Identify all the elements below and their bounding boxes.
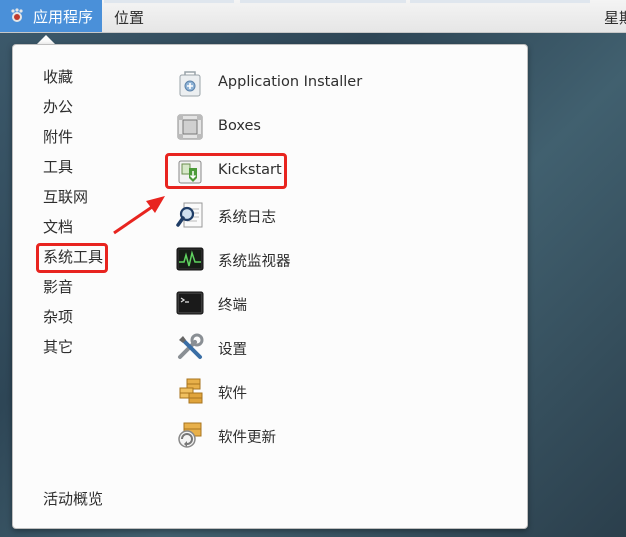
app-settings[interactable]: 设置 <box>171 330 511 366</box>
app-boxes[interactable]: Boxes <box>171 110 511 146</box>
activities-overview-link[interactable]: 活动概览 <box>43 488 103 510</box>
category-sound-video[interactable]: 影音 <box>43 276 73 298</box>
applications-menu-label: 应用程序 <box>33 7 94 26</box>
applications-menu-popup: 收藏 办公 附件 工具 互联网 文档 系统工具 影音 杂项 其它 活动概览 Ap… <box>12 44 528 529</box>
app-log-viewer[interactable]: 系统日志 <box>171 198 511 234</box>
package-installer-icon <box>179 71 201 97</box>
software-update-icon <box>178 422 202 448</box>
app-name: Kickstart <box>218 162 282 178</box>
app-name: Boxes <box>218 118 261 134</box>
app-name: Application Installer <box>218 74 363 90</box>
app-system-monitor[interactable]: 系统监视器 <box>171 242 511 278</box>
app-name: 终端 <box>218 298 247 314</box>
software-icon <box>179 378 203 404</box>
clock[interactable]: 星期 <box>604 7 626 28</box>
settings-tools-icon <box>178 333 204 359</box>
gnome-foot-icon <box>11 8 23 22</box>
app-software-update[interactable]: 软件更新 <box>171 418 511 454</box>
category-sundry[interactable]: 杂项 <box>43 306 73 328</box>
places-menu-button[interactable]: 位置 <box>114 7 144 28</box>
app-application-installer[interactable]: Application Installer <box>171 66 511 102</box>
category-system-tools[interactable]: 系统工具 <box>43 246 103 268</box>
applications-menu-button[interactable]: 应用程序 <box>0 0 102 32</box>
app-name: 软件更新 <box>218 430 276 446</box>
system-monitor-icon <box>176 247 204 271</box>
top-bar: 应用程序 位置 星期 <box>0 0 626 33</box>
window-strip <box>104 0 234 3</box>
app-terminal[interactable]: 终端 <box>171 286 511 322</box>
app-name: 软件 <box>218 386 247 402</box>
window-strip <box>240 0 406 3</box>
category-utilities[interactable]: 工具 <box>43 156 73 178</box>
category-favorites[interactable]: 收藏 <box>43 66 73 88</box>
kickstart-icon <box>178 160 202 184</box>
boxes-icon <box>177 114 203 140</box>
log-viewer-icon <box>176 202 203 228</box>
category-office[interactable]: 办公 <box>43 96 73 118</box>
category-documents[interactable]: 文档 <box>43 216 73 238</box>
category-accessories[interactable]: 附件 <box>43 126 73 148</box>
app-name: 系统监视器 <box>218 254 291 270</box>
window-strip <box>410 0 590 3</box>
app-name: 设置 <box>218 342 247 358</box>
app-kickstart[interactable]: Kickstart <box>171 154 511 190</box>
category-internet[interactable]: 互联网 <box>43 186 88 208</box>
category-other[interactable]: 其它 <box>43 336 73 358</box>
terminal-icon <box>176 291 204 315</box>
app-software[interactable]: 软件 <box>171 374 511 410</box>
app-name: 系统日志 <box>218 210 276 226</box>
